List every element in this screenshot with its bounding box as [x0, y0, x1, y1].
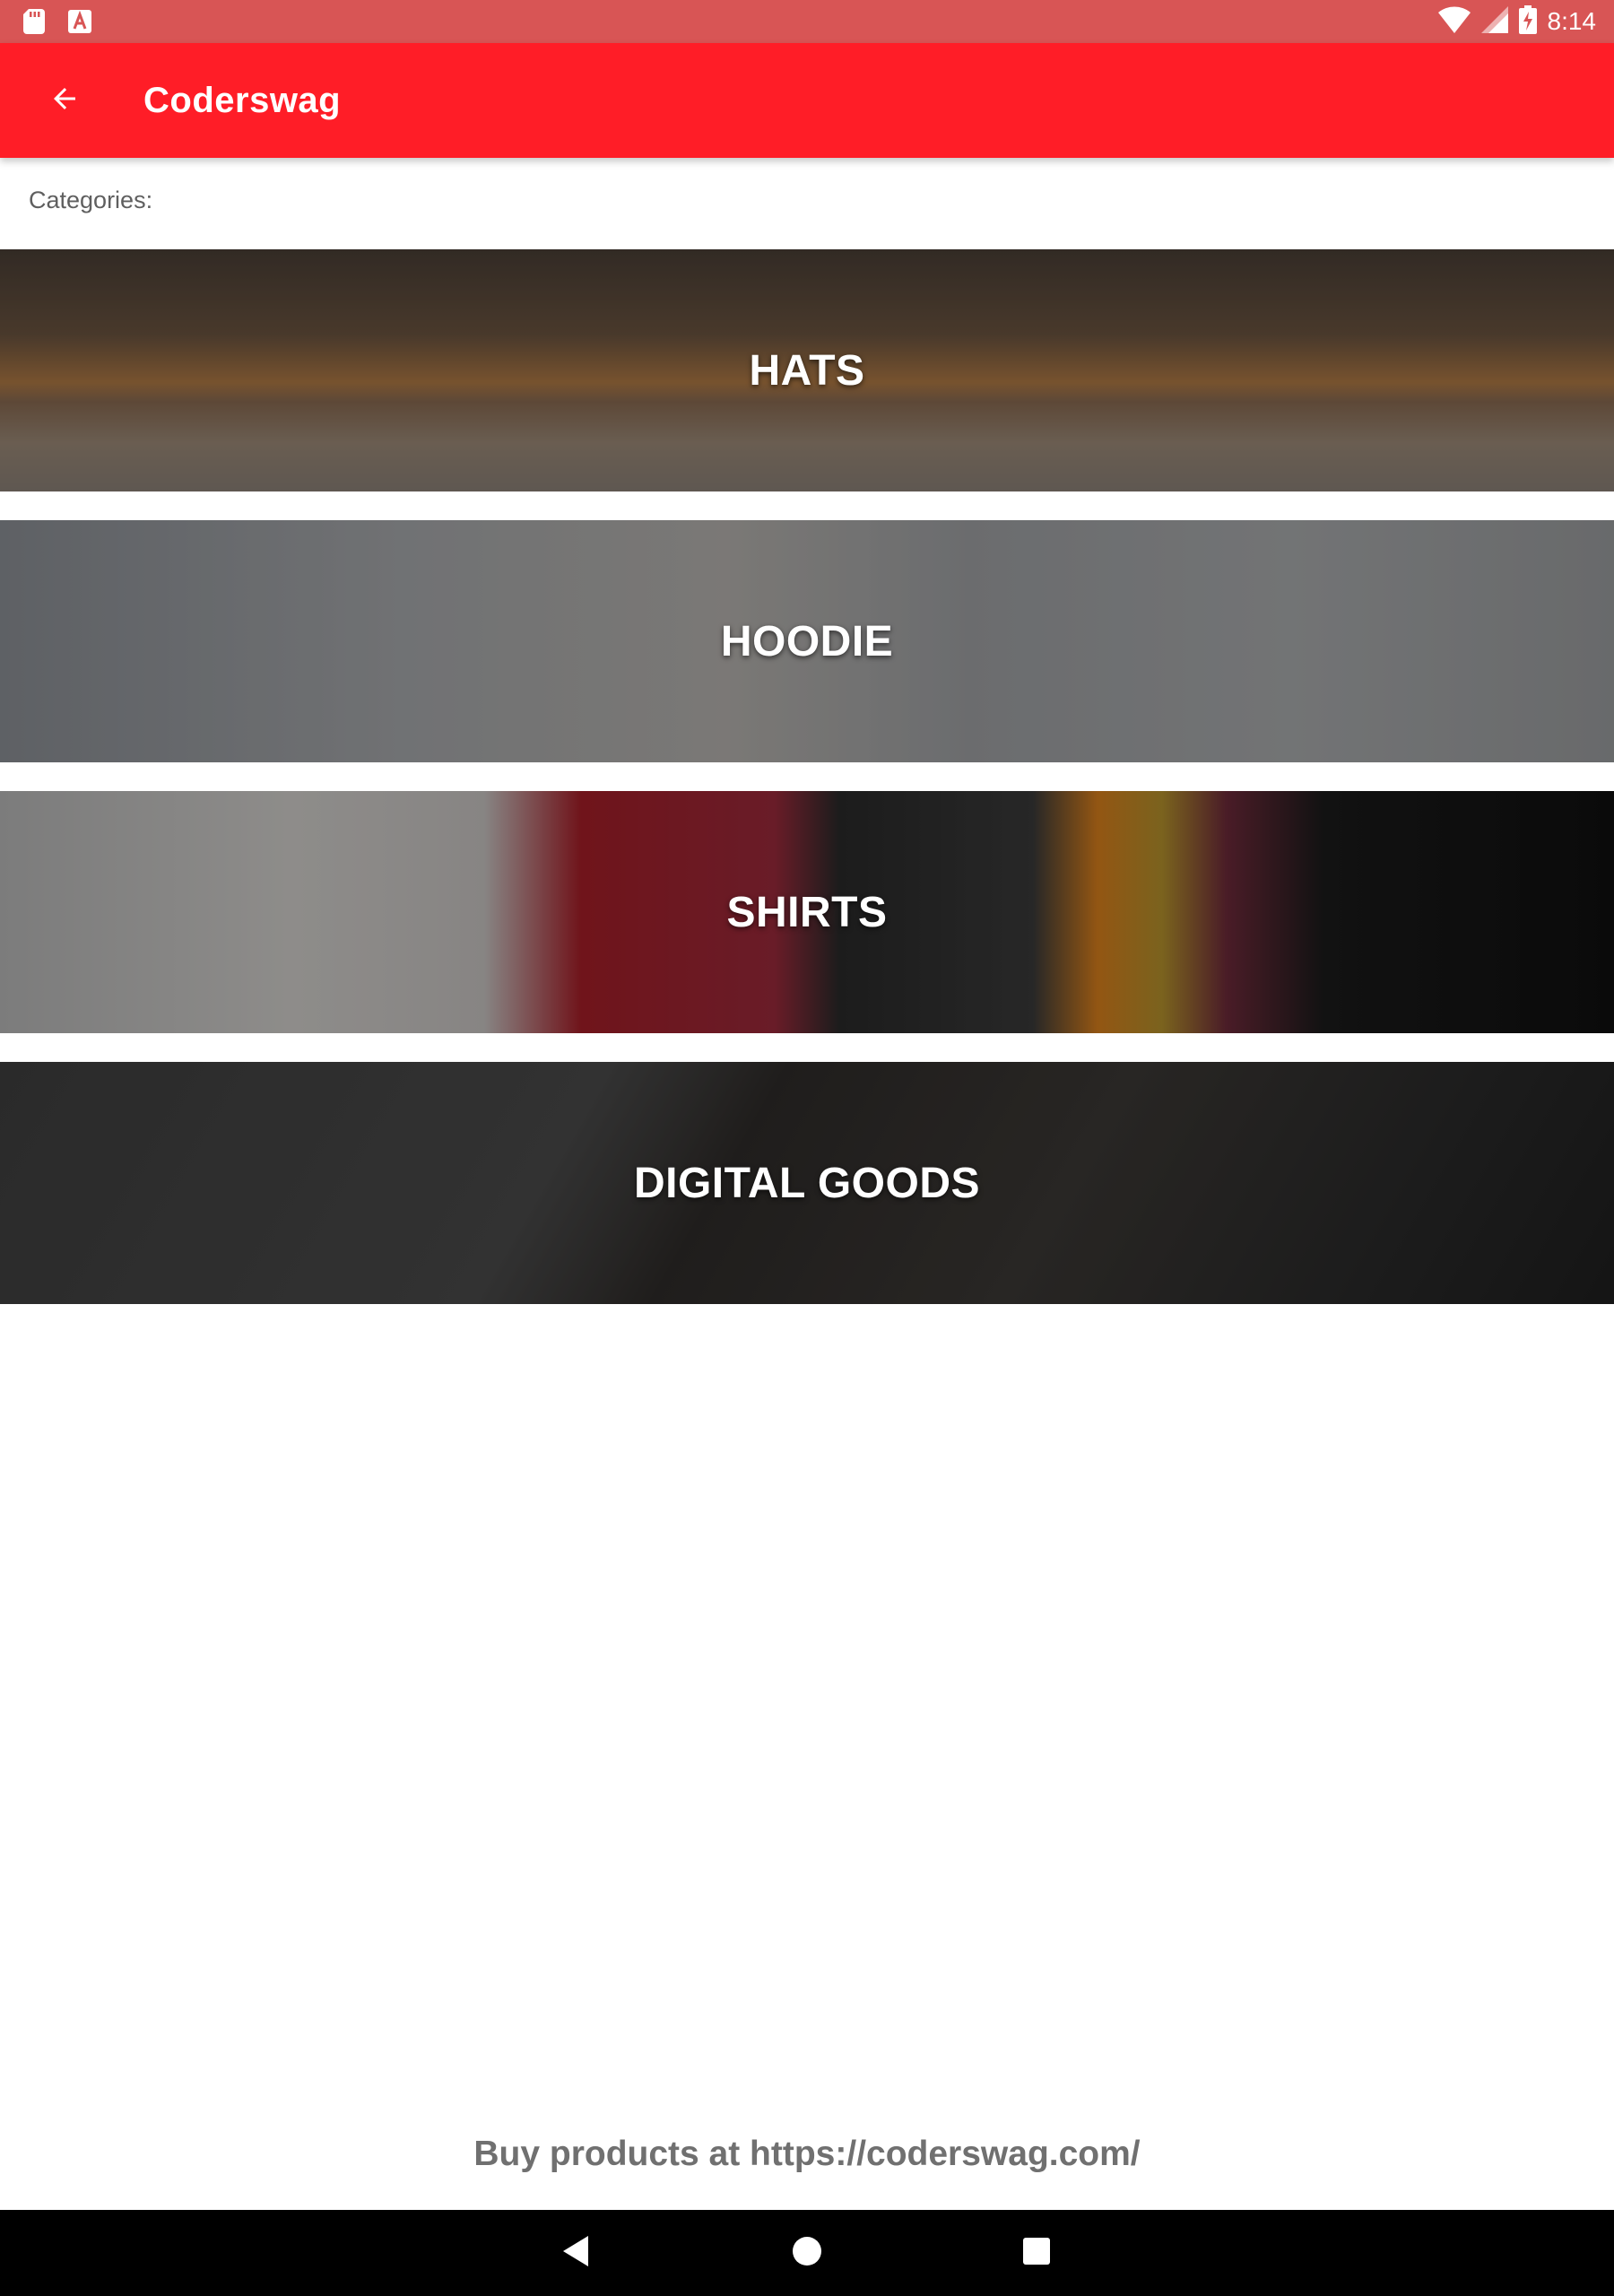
status-bar-left-icons: [23, 9, 91, 39]
screen: 8:14 Coderswag Categories: HATS HOODIE S…: [0, 0, 1614, 2296]
battery-charging-icon: [1518, 4, 1537, 39]
category-list: HATS HOODIE SHIRTS DIGITAL GOODS: [0, 249, 1614, 1333]
system-nav-bar: [0, 2210, 1614, 2296]
home-circle-icon: [792, 2236, 822, 2271]
status-bar-right-icons: 8:14: [1437, 4, 1597, 39]
category-digital-goods[interactable]: DIGITAL GOODS: [0, 1062, 1614, 1304]
categories-label: Categories:: [29, 187, 153, 213]
sd-card-icon: [23, 9, 45, 39]
toolbar-title: Coderswag: [143, 81, 342, 120]
nav-back-button[interactable]: [549, 2226, 603, 2280]
app-toolbar: Coderswag: [0, 43, 1614, 158]
category-shirts[interactable]: SHIRTS: [0, 791, 1614, 1033]
back-triangle-icon: [561, 2235, 590, 2271]
keyboard-a-icon: [68, 10, 91, 38]
arrow-back-icon: [48, 83, 81, 119]
status-bar: 8:14: [0, 0, 1614, 43]
back-button[interactable]: [32, 68, 97, 133]
category-label: HATS: [749, 346, 865, 395]
wifi-icon: [1437, 5, 1471, 38]
cellular-signal-icon: [1480, 5, 1508, 38]
footer-link-text: Buy products at https://coderswag.com/: [473, 2135, 1141, 2173]
nav-home-button[interactable]: [780, 2226, 834, 2280]
category-label: DIGITAL GOODS: [633, 1159, 981, 1207]
nav-recents-button[interactable]: [1010, 2226, 1063, 2280]
recents-square-icon: [1023, 2237, 1050, 2269]
category-hoodie[interactable]: HOODIE: [0, 520, 1614, 762]
category-label: SHIRTS: [726, 888, 888, 936]
category-label: HOODIE: [720, 617, 894, 665]
category-hats[interactable]: HATS: [0, 249, 1614, 491]
status-time: 8:14: [1547, 7, 1597, 35]
